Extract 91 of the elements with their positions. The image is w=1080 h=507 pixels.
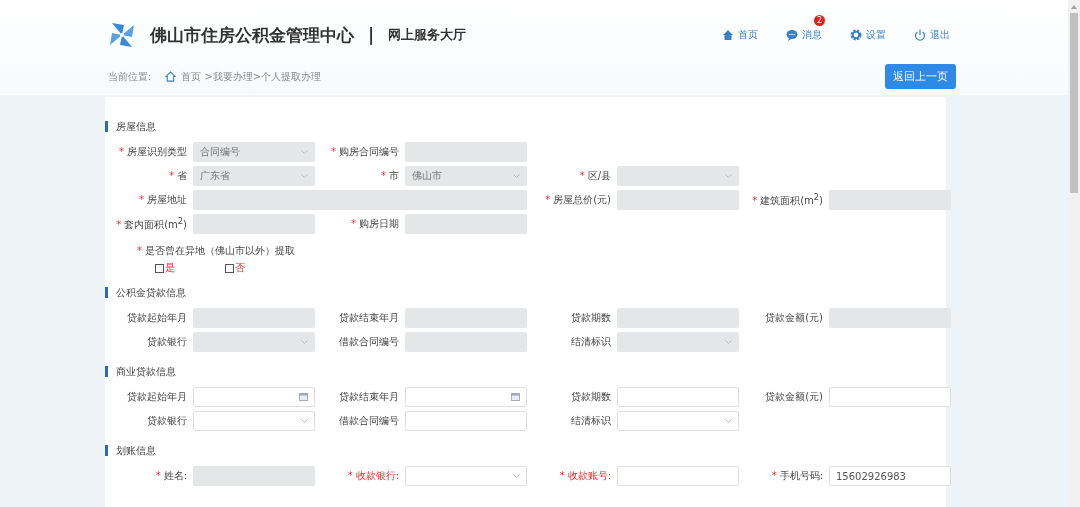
field-label: 购房日期 [359, 218, 399, 229]
field-label: 贷款结束年月 [339, 391, 399, 402]
field-label: 借款合同编号 [339, 336, 399, 347]
select-field[interactable] [617, 411, 739, 431]
site-subtitle: 网上服务大厅 [388, 26, 467, 44]
field-label: 贷款起始年月 [127, 312, 187, 323]
field-label: 手机号码: [779, 470, 823, 481]
checkbox-option[interactable]: 否 [225, 261, 245, 275]
date-field[interactable] [405, 387, 527, 407]
required-asterisk: * [381, 170, 386, 181]
chat-bubble-icon [786, 29, 798, 41]
field-label: 房屋识别类型 [127, 146, 187, 157]
caret-icon [725, 174, 732, 178]
input-field[interactable]: 15602926983 [829, 466, 951, 486]
gear-icon [850, 29, 862, 41]
breadcrumb-link[interactable]: 首页 [181, 69, 202, 84]
required-asterisk: * [137, 245, 142, 256]
home-icon [722, 29, 734, 41]
section-title: 商业贷款信息 [105, 366, 946, 377]
home-icon [165, 71, 177, 82]
required-asterisk: * [116, 219, 122, 231]
field-label: 收款账号: [567, 470, 611, 481]
select-field[interactable] [193, 411, 315, 431]
site-title: 佛山市住房公积金管理中心 [150, 23, 354, 47]
field-label: 贷款期数 [571, 391, 611, 402]
notification-badge: 2 [814, 15, 825, 26]
caret-icon [725, 419, 732, 423]
caret-icon [301, 340, 308, 344]
nav-link[interactable]: 设置 [850, 28, 886, 42]
scroll-up-icon[interactable] [1071, 5, 1077, 9]
caret-icon [301, 419, 308, 423]
input-field[interactable] [829, 387, 951, 407]
input-field[interactable] [405, 411, 527, 431]
caret-icon [513, 474, 520, 478]
caret-icon [513, 174, 520, 178]
section-title: 划账信息 [105, 445, 946, 456]
input-field[interactable] [617, 466, 739, 486]
breadcrumb-label: 当前位置: [108, 69, 152, 84]
input-field[interactable] [617, 387, 739, 407]
field-label: 贷款结束年月 [339, 312, 399, 323]
back-button[interactable]: 返回上一页 [885, 64, 956, 89]
field-label: 结清标识 [571, 415, 611, 426]
required-asterisk: * [169, 170, 174, 181]
field-label: 贷款起始年月 [127, 391, 187, 402]
calendar-icon [511, 393, 520, 401]
required-asterisk: * [331, 146, 336, 157]
title-separator: | [368, 25, 375, 45]
caret-icon [301, 150, 308, 154]
field-label: 结清标识 [571, 336, 611, 347]
field-label: 收款银行: [355, 470, 399, 481]
required-asterisk: * [752, 195, 758, 207]
nav-link[interactable]: 退出 [914, 28, 950, 42]
calendar-icon [299, 393, 308, 401]
field-label: 购房合同编号 [339, 146, 399, 157]
field-label: 区/县 [587, 170, 611, 181]
date-field[interactable] [193, 387, 315, 407]
required-asterisk: * [579, 170, 585, 181]
select-field[interactable] [405, 466, 527, 486]
required-asterisk: * [347, 470, 353, 481]
field-label: 贷款期数 [571, 312, 611, 323]
section-title: 房屋信息 [105, 121, 946, 132]
required-asterisk: * [119, 146, 124, 157]
field-label: 贷款银行 [147, 336, 187, 347]
required-asterisk: * [139, 194, 144, 205]
required-asterisk: * [351, 218, 356, 229]
field-label: 房屋总价(元) [553, 194, 611, 205]
field-label: 建筑面积(m$^{2}$) [760, 195, 823, 207]
section-title: 公积金贷款信息 [105, 287, 946, 298]
field-label: 贷款金额(元) [765, 312, 823, 323]
field-label: 贷款银行 [147, 415, 187, 426]
required-asterisk: * [545, 194, 551, 205]
pinwheel-logo-icon [108, 21, 136, 49]
field-label: 省 [177, 170, 187, 181]
power-icon [914, 29, 926, 41]
nav-link[interactable]: 首页 [722, 28, 758, 42]
required-asterisk: * [559, 470, 565, 481]
scrollbar[interactable] [1068, 0, 1080, 507]
field-label: 市 [389, 170, 399, 181]
required-asterisk: * [771, 470, 777, 481]
field-label: 贷款金额(元) [765, 391, 823, 402]
question-label: 是否曾在异地（佛山市以外）提取 [145, 245, 295, 256]
checkbox-option[interactable]: 是 [155, 261, 175, 275]
field-label: 套内面积(m$^{2}$) [124, 219, 187, 231]
field-label: 房屋地址 [147, 194, 187, 205]
field-label: 姓名: [163, 470, 187, 481]
caret-icon [725, 340, 732, 344]
breadcrumb-path: >我要办理>个人提取办理 [204, 69, 322, 84]
required-asterisk: * [155, 470, 161, 481]
field-label: 借款合同编号 [339, 415, 399, 426]
scrollbar-thumb[interactable] [1070, 13, 1078, 193]
caret-icon [301, 174, 308, 178]
